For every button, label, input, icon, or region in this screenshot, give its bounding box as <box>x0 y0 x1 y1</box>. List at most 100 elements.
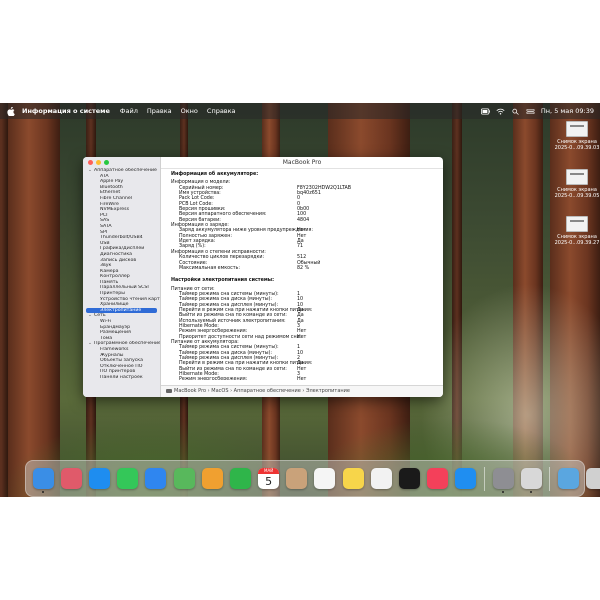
desktop-screenshot-file[interactable]: Снимок экрана 2025-0...09.39.05 <box>554 169 600 199</box>
sidebar-item-label: Память <box>100 279 119 285</box>
system-information-window: ⌄ Аппаратное обеспечение ATA Apple Pay Bluet… <box>83 157 443 397</box>
sidebar-item-label: Тома <box>100 335 113 341</box>
sidebar-item-label: Thunderbolt/USB4 <box>100 235 143 241</box>
laptop-icon <box>166 388 172 393</box>
sidebar-item[interactable]: Панели настроек <box>83 375 160 381</box>
sidebar-item-label: SAS <box>100 218 110 224</box>
facetime-icon[interactable] <box>229 468 251 489</box>
sidebar-item-label: Объекты запуска <box>100 358 144 364</box>
sidebar-item-label: Аппаратное обеспечение <box>94 168 157 173</box>
system-information-icon[interactable] <box>520 468 542 493</box>
section-title: Настройки электропитания системы: <box>171 278 275 284</box>
menu-window[interactable]: Окно <box>181 107 198 115</box>
downloads-folder-icon[interactable] <box>557 468 579 489</box>
section-title: Информация об аккумуляторе: <box>171 172 259 177</box>
sidebar-item-label: Fibre Channel <box>100 195 133 201</box>
sidebar-item-label: Журналы <box>100 352 124 358</box>
sidebar-item-label: Электропитание <box>100 307 142 313</box>
zoom-window-button[interactable] <box>104 160 109 165</box>
menu-edit[interactable]: Правка <box>147 107 172 115</box>
desktop-screenshot-file[interactable]: Снимок экрана 2025-0...09.39.27 <box>554 216 600 246</box>
screenshot-thumbnail-icon <box>566 169 588 185</box>
sidebar-item-label: ATA <box>100 173 109 179</box>
menu-file[interactable]: Файл <box>120 107 138 115</box>
minimize-window-button[interactable] <box>96 160 101 165</box>
info-value: 82 % <box>297 265 310 271</box>
mail-icon[interactable] <box>145 468 167 489</box>
sidebar-item-label: Принтеры <box>100 291 125 297</box>
sidebar-item-label: SATA <box>100 223 112 229</box>
sidebar-item-label: Bluetooth <box>100 184 123 190</box>
sidebar-item-label: NVMExpress <box>100 207 130 213</box>
sidebar-item-label: Контроллер <box>100 274 130 280</box>
tv-icon[interactable] <box>399 468 421 489</box>
sidebar-item-label: Звук <box>100 263 112 269</box>
sidebar-item-label: FireWire <box>100 201 119 207</box>
info-key: Максимальная емкость: <box>179 265 240 271</box>
desktop-screenshot-file[interactable]: Снимок экрана 2025-0...09.39.03 <box>554 121 600 151</box>
path-bar: MacBook Pro › MacOS › Аппаратное обеспеч… <box>161 385 443 397</box>
system-settings-icon[interactable] <box>492 468 514 493</box>
info-row: Режим энергосбережения: Нет <box>171 377 439 380</box>
app-menu[interactable]: Информация о системе <box>22 107 110 115</box>
menu-clock[interactable]: Пн, 5 мая 09:39 <box>541 107 594 115</box>
calendar-icon[interactable]: МАЙ 5 <box>258 468 280 489</box>
sidebar-item-label: ПО принтеров <box>100 369 136 375</box>
app-store-icon[interactable] <box>455 468 477 489</box>
freeform-icon[interactable] <box>370 468 392 489</box>
music-icon[interactable] <box>427 468 449 489</box>
content-pane: MacBook Pro Информация об аккумуляторе: И… <box>161 157 443 397</box>
calendar-month: МАЙ <box>258 468 280 474</box>
screenshot-thumbnail-icon <box>566 121 588 137</box>
trash-icon[interactable] <box>586 468 600 489</box>
info-key: Режим энергосбережения: <box>179 377 248 380</box>
sidebar-item-label: Запись дисков <box>100 257 137 263</box>
apple-logo-icon[interactable] <box>7 106 15 116</box>
sidebar-item-label: Диагностика <box>100 251 133 257</box>
reminders-icon[interactable] <box>314 468 336 489</box>
photos-icon[interactable] <box>201 468 223 489</box>
battery-icon[interactable] <box>480 108 490 115</box>
running-indicator <box>529 491 532 493</box>
menu-bar: Информация о системе Файл Правка Окно Сп… <box>0 103 600 119</box>
contacts-icon[interactable] <box>286 468 308 489</box>
sidebar: ⌄ Аппаратное обеспечение ATA Apple Pay Bluet… <box>83 157 161 397</box>
wifi-icon[interactable] <box>496 108 505 115</box>
sidebar-item-label: Apple Pay <box>100 179 124 185</box>
sidebar-item-label: PCI <box>100 212 108 218</box>
info-row: Максимальная емкость: 82 % <box>171 266 439 271</box>
maps-icon[interactable] <box>173 468 195 489</box>
file-name-line2: 2025-0...09.39.05 <box>554 193 600 199</box>
sidebar-item-label: Сеть <box>94 313 106 319</box>
window-title: MacBook Pro <box>161 157 443 169</box>
info-value: Нет <box>297 377 307 380</box>
sidebar-item-label: SPI <box>100 229 108 235</box>
control-center-icon[interactable] <box>526 108 535 115</box>
close-window-button[interactable] <box>88 160 93 165</box>
running-indicator <box>501 491 504 493</box>
finder-icon[interactable] <box>32 468 54 493</box>
sidebar-item-label: Frameworks <box>100 347 129 352</box>
sidebar-item-label: Хранилище <box>100 302 129 308</box>
menu-help[interactable]: Справка <box>207 107 236 115</box>
sidebar-item-label: Программное обеспечение <box>94 341 160 347</box>
messages-icon[interactable] <box>117 468 139 489</box>
notes-icon[interactable] <box>342 468 364 489</box>
sidebar-group[interactable]: ⌄ Аппаратное обеспечение <box>83 168 160 174</box>
file-name-line2: 2025-0...09.39.27 <box>554 240 600 246</box>
dock-separator <box>484 466 485 491</box>
detail-view: Информация об аккумуляторе: Информация о … <box>171 170 439 380</box>
launchpad-icon[interactable] <box>60 468 82 489</box>
file-name-line2: 2025-0...09.39.03 <box>554 145 600 151</box>
path-bar-text: MacBook Pro › MacOS › Аппаратное обеспеч… <box>174 388 350 394</box>
safari-icon[interactable] <box>88 468 110 489</box>
sidebar-item-label: Wi-Fi <box>100 319 112 325</box>
sidebar-item-label: Размещения <box>100 330 131 336</box>
sidebar-item-label: Параллельный SCSI <box>100 285 149 291</box>
dock-separator <box>549 466 551 491</box>
window-controls <box>88 160 109 165</box>
category-tree: ⌄ Аппаратное обеспечение ATA Apple Pay Bluet… <box>83 168 160 381</box>
sidebar-item-label: Брандмауэр <box>100 324 131 330</box>
spotlight-search-icon[interactable] <box>511 108 520 115</box>
